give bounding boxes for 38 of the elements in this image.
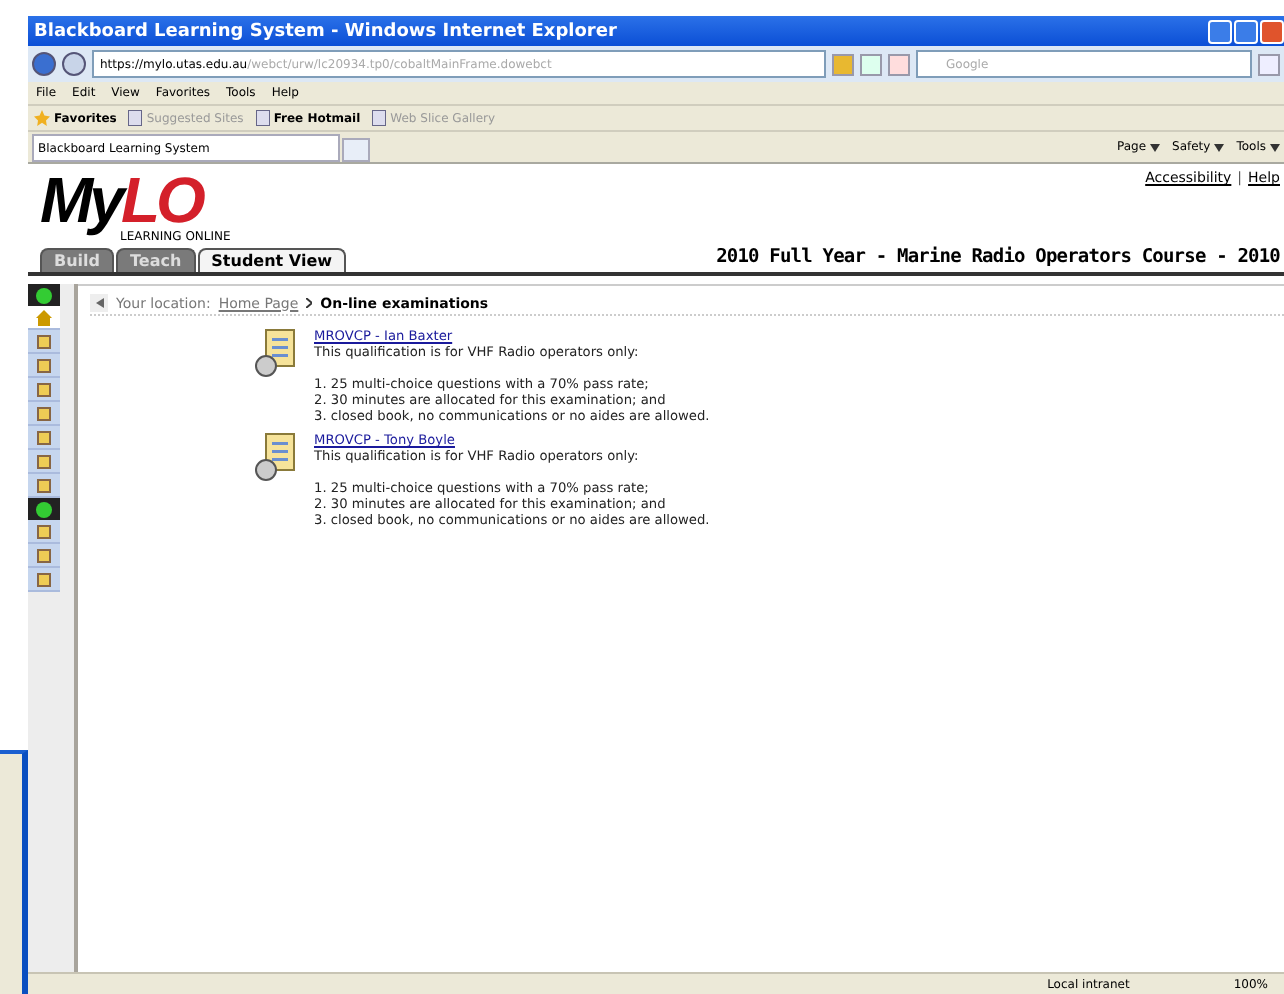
tool-button[interactable] bbox=[28, 354, 60, 378]
quiz-document-icon bbox=[254, 328, 298, 380]
home-icon bbox=[36, 309, 52, 325]
tool-button[interactable] bbox=[28, 450, 60, 474]
caret-icon bbox=[1150, 143, 1161, 151]
tool-button[interactable] bbox=[28, 474, 60, 498]
tool-button[interactable] bbox=[28, 520, 60, 544]
tool-button[interactable] bbox=[28, 330, 60, 354]
caret-icon bbox=[1270, 143, 1280, 151]
star-icon bbox=[34, 110, 50, 126]
tool-button[interactable] bbox=[28, 426, 60, 450]
restore-button[interactable] bbox=[1234, 19, 1258, 43]
view-tab[interactable]: Student View bbox=[197, 248, 347, 272]
tool-button[interactable] bbox=[28, 378, 60, 402]
tool-button[interactable] bbox=[28, 544, 60, 568]
quiz-document-icon bbox=[254, 432, 298, 484]
forward-button[interactable] bbox=[62, 52, 86, 76]
section-toggle[interactable] bbox=[28, 284, 60, 306]
search-button[interactable] bbox=[1258, 53, 1280, 75]
refresh-button[interactable] bbox=[860, 53, 882, 75]
caret-icon bbox=[1214, 143, 1225, 151]
page-icon bbox=[372, 110, 387, 126]
back-button[interactable] bbox=[32, 52, 56, 76]
page-icon bbox=[128, 110, 143, 126]
collapse-button[interactable] bbox=[90, 294, 108, 312]
chevron-icon bbox=[306, 298, 313, 308]
circle-icon bbox=[36, 287, 52, 303]
course-title: 2010 Full Year - Marine Radio Operators Course - 2010 bbox=[716, 246, 1280, 268]
section-toggle[interactable] bbox=[28, 498, 60, 520]
minimize-button[interactable] bbox=[1208, 19, 1232, 43]
close-button[interactable] bbox=[1260, 19, 1284, 43]
tool-button[interactable] bbox=[28, 568, 60, 592]
window-title: Blackboard Learning System - Windows Internet Explorer bbox=[34, 21, 617, 41]
page-icon bbox=[255, 110, 270, 126]
new-tab-button[interactable] bbox=[342, 138, 370, 162]
tool-button[interactable] bbox=[28, 402, 60, 426]
stop-button[interactable] bbox=[888, 53, 910, 75]
circle-icon bbox=[36, 501, 52, 517]
